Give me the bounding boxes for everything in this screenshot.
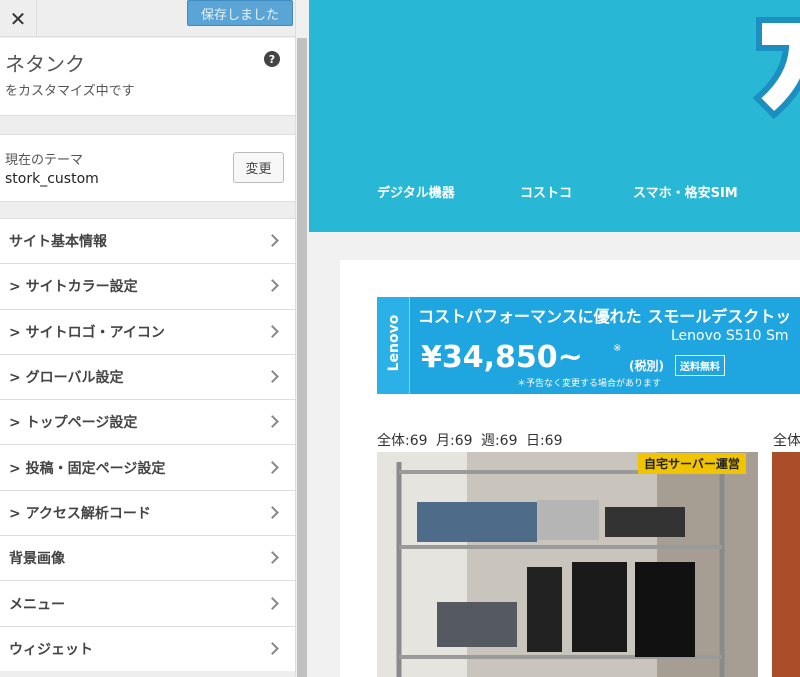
menu-item-menus[interactable]: メニュー: [0, 580, 295, 626]
theme-name: stork_custom: [5, 171, 99, 187]
theme-section: 現在のテーマ stork_custom 変更: [0, 134, 295, 202]
nav-link-costco[interactable]: コストコ: [520, 182, 572, 201]
customizer-menu: サイト基本情報 > サイトカラー設定 > サイトロゴ・アイコン > グローバル設…: [0, 218, 295, 671]
menu-item-label: > トップページ設定: [9, 415, 138, 432]
menu-item-label: メニュー: [9, 596, 65, 613]
chevron-right-icon: [266, 506, 279, 519]
menu-item-label: > サイトカラー設定: [9, 279, 138, 296]
theme-label: 現在のテーマ: [5, 153, 84, 168]
chevron-right-icon: [266, 641, 279, 655]
lenovo-logo: Lenovo: [377, 297, 410, 394]
change-theme-button[interactable]: 変更: [233, 152, 284, 183]
menu-item-widgets[interactable]: ウィジェット: [0, 625, 295, 671]
banner-shipping-badge: 送料無料: [675, 355, 725, 376]
menu-item-label: > アクセス解析コード: [9, 505, 151, 522]
banner-notice: ＊予告なく変更する場合があります: [517, 379, 662, 389]
menu-item-top-page[interactable]: > トップページ設定: [0, 399, 295, 445]
category-tag[interactable]: 自宅サーバー運営: [638, 453, 746, 474]
menu-item-label: > グローバル設定: [9, 370, 124, 387]
close-icon: ✕: [9, 6, 27, 31]
banner-price: ¥34,850~: [421, 340, 583, 375]
menu-item-label: 背景画像: [9, 551, 65, 568]
site-name: ネタンク: [5, 52, 85, 76]
chevron-right-icon: [266, 551, 279, 565]
view-stats-next: 全体: [773, 433, 800, 449]
sidebar-scrollbar-thumb[interactable]: [297, 38, 307, 677]
close-button[interactable]: ✕: [0, 0, 37, 37]
site-header: デジタル機器 コストコ スマホ・格安SIM: [309, 0, 800, 232]
menu-item-site-logo[interactable]: > サイトロゴ・アイコン: [0, 308, 295, 354]
chevron-right-icon: [266, 370, 279, 383]
customizer-header: ✕ 保存しました: [0, 0, 295, 37]
nav-link-digital[interactable]: デジタル機器: [377, 182, 455, 201]
banner-price-note: ※: [613, 343, 622, 354]
customizer-sidebar: ✕ 保存しました ネタンク をカスタマイズ中です ? 現在のテーマ stork_…: [0, 0, 309, 677]
menu-item-background[interactable]: 背景画像: [0, 535, 295, 581]
site-preview: デジタル機器 コストコ スマホ・格安SIM Lenovo コストパフォーマンスに…: [309, 0, 800, 677]
chevron-right-icon: [266, 415, 279, 429]
post-thumbnail[interactable]: [377, 452, 758, 677]
site-title-section: ネタンク をカスタマイズ中です ?: [0, 38, 295, 116]
menu-item-site-color[interactable]: > サイトカラー設定: [0, 263, 295, 309]
help-icon[interactable]: ?: [264, 51, 280, 67]
menu-item-label: サイト基本情報: [9, 234, 107, 251]
ad-banner[interactable]: Lenovo コストパフォーマンスに優れた スモールデスクトッ Lenovo S…: [377, 297, 800, 394]
site-logo[interactable]: [739, 0, 800, 130]
customizing-label: をカスタマイズ中です: [5, 84, 135, 99]
save-button[interactable]: 保存しました: [187, 0, 293, 26]
banner-headline: コストパフォーマンスに優れた スモールデスクトッ: [418, 307, 792, 326]
banner-tax: (税別): [629, 359, 664, 373]
chevron-right-icon: [266, 460, 279, 474]
menu-item-label: ウィジェット: [9, 641, 93, 658]
menu-item-label: > サイトロゴ・アイコン: [9, 324, 165, 341]
nav-link-smartphone[interactable]: スマホ・格安SIM: [633, 182, 738, 201]
menu-item-global[interactable]: > グローバル設定: [0, 353, 295, 400]
chevron-right-icon: [266, 596, 279, 610]
view-stats: 全体:69 月:69 週:69 日:69: [377, 433, 563, 449]
chevron-right-icon: [266, 279, 279, 293]
chevron-right-icon: [266, 234, 279, 248]
banner-model: Lenovo S510 Sm: [671, 328, 789, 344]
menu-item-analytics[interactable]: > アクセス解析コード: [0, 489, 295, 536]
menu-item-site-info[interactable]: サイト基本情報: [0, 218, 295, 264]
menu-item-post-page[interactable]: > 投稿・固定ページ設定: [0, 444, 295, 490]
menu-item-label: > 投稿・固定ページ設定: [9, 460, 166, 477]
server-rack-photo: [377, 452, 758, 677]
post-thumbnail-next[interactable]: [772, 452, 800, 677]
chevron-right-icon: [266, 324, 279, 338]
sidebar-content: ✕ 保存しました ネタンク をカスタマイズ中です ? 現在のテーマ stork_…: [0, 0, 295, 677]
